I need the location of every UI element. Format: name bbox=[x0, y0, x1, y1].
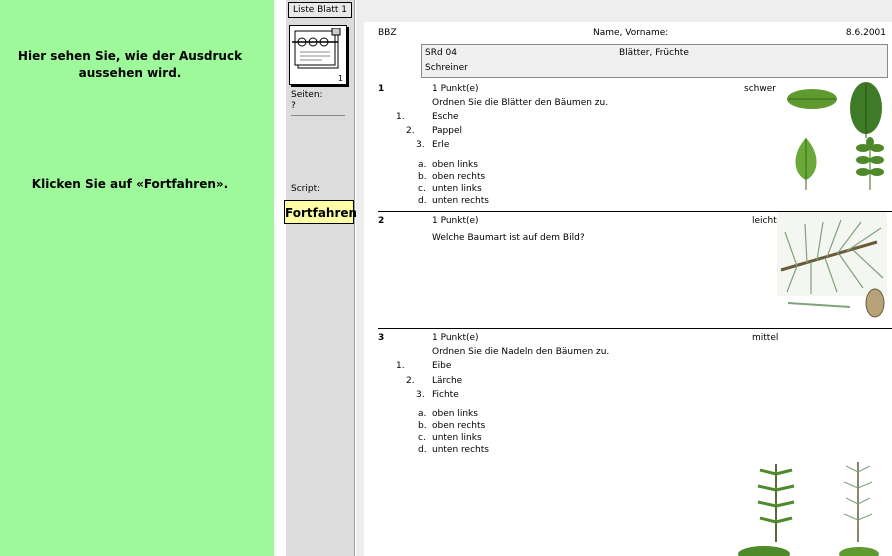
page-number: 1 bbox=[337, 74, 343, 83]
item-text: Fichte bbox=[432, 390, 459, 400]
header-box: SRd 04 Blätter, Früchte Schreiner bbox=[421, 44, 888, 78]
option-key: c. bbox=[418, 184, 426, 194]
item-number: 2. bbox=[406, 376, 415, 386]
option-text: unten links bbox=[432, 433, 482, 443]
option-key: c. bbox=[418, 433, 426, 443]
continue-button[interactable]: Fortfahren bbox=[284, 200, 357, 224]
pine-branch-image bbox=[777, 212, 887, 296]
leaf-image-top-left bbox=[787, 89, 837, 109]
option-key: d. bbox=[418, 196, 427, 206]
option-text: unten rechts bbox=[432, 196, 489, 206]
preview-message: Hier sehen Sie, wie der Ausdruck aussehe… bbox=[17, 49, 243, 80]
page-top-margin bbox=[364, 0, 892, 22]
header-school: BBZ bbox=[378, 28, 397, 38]
option-text: oben links bbox=[432, 409, 478, 419]
needle-image-bottom-left bbox=[738, 546, 790, 556]
option-text: oben rechts bbox=[432, 421, 486, 431]
header-date: 8.6.2001 bbox=[845, 28, 886, 38]
needle-image bbox=[787, 302, 851, 308]
option-text: unten links bbox=[432, 184, 482, 194]
print-preview-page: BBZ Name, Vorname: 8.6.2001 SRd 04 Blätt… bbox=[364, 22, 892, 556]
option-key: d. bbox=[418, 445, 427, 455]
question-points: 1 Punkt(e) bbox=[432, 84, 479, 94]
header-subject: Schreiner bbox=[425, 63, 468, 73]
question-difficulty: mittel bbox=[752, 333, 779, 343]
pages-label: Seiten: bbox=[291, 90, 323, 100]
print-sidebar: Liste Blatt 1 1 Seiten: ? Script: bbox=[286, 0, 355, 556]
item-text: Lärche bbox=[432, 376, 463, 386]
option-text: oben links bbox=[432, 160, 478, 170]
item-number: 1. bbox=[396, 361, 405, 371]
option-key: a. bbox=[418, 160, 427, 170]
option-key: b. bbox=[418, 421, 427, 431]
item-number: 2. bbox=[406, 126, 415, 136]
question-number: 3 bbox=[378, 333, 385, 343]
sidebar-divider bbox=[291, 115, 345, 116]
option-text: unten rechts bbox=[432, 445, 489, 455]
leaf-image-top-right bbox=[850, 82, 882, 138]
item-text: Erle bbox=[432, 140, 450, 150]
needle-image-top-right bbox=[843, 462, 873, 542]
tab-liste-blatt[interactable]: Liste Blatt 1 bbox=[288, 2, 352, 18]
question-divider bbox=[378, 328, 892, 329]
continue-hint: Klicken Sie auf «Fortfahren». bbox=[31, 177, 229, 191]
question-difficulty: schwer bbox=[744, 84, 776, 94]
needle-image-bottom-right bbox=[839, 547, 879, 556]
item-text: Eibe bbox=[432, 361, 452, 371]
instruction-panel: Hier sehen Sie, wie der Ausdruck aussehe… bbox=[0, 0, 274, 556]
panel-gap bbox=[274, 0, 286, 556]
question-prompt: Ordnen Sie die Blätter den Bäumen zu. bbox=[432, 98, 609, 108]
question-prompt: Welche Baumart ist auf dem Bild? bbox=[432, 233, 585, 243]
pages-value: ? bbox=[291, 101, 296, 111]
page-thumbnail[interactable]: 1 bbox=[289, 25, 347, 85]
leaf-image-bottom-right bbox=[856, 137, 884, 190]
question-number: 2 bbox=[378, 216, 385, 226]
option-key: b. bbox=[418, 172, 427, 182]
item-text: Esche bbox=[432, 112, 459, 122]
item-number: 1. bbox=[396, 112, 405, 122]
question-number: 1 bbox=[378, 84, 385, 94]
option-text: oben rechts bbox=[432, 172, 486, 182]
leaf-image-bottom-left bbox=[795, 138, 817, 190]
notebook-icon bbox=[292, 28, 341, 69]
pine-cone-image bbox=[865, 288, 885, 318]
header-class: SRd 04 bbox=[425, 48, 457, 58]
question-points: 1 Punkt(e) bbox=[432, 216, 479, 226]
header-name-label: Name, Vorname: bbox=[593, 28, 669, 38]
question-points: 1 Punkt(e) bbox=[432, 333, 479, 343]
item-number: 3. bbox=[416, 140, 425, 150]
item-text: Pappel bbox=[432, 126, 463, 136]
script-label: Script: bbox=[291, 184, 321, 194]
header-topic: Blätter, Früchte bbox=[619, 48, 689, 58]
question-difficulty: leicht bbox=[752, 216, 777, 226]
question-prompt: Ordnen Sie die Nadeln den Bäumen zu. bbox=[432, 347, 610, 357]
option-key: a. bbox=[418, 409, 427, 419]
item-number: 3. bbox=[416, 390, 425, 400]
needle-image-top-left bbox=[757, 464, 795, 542]
